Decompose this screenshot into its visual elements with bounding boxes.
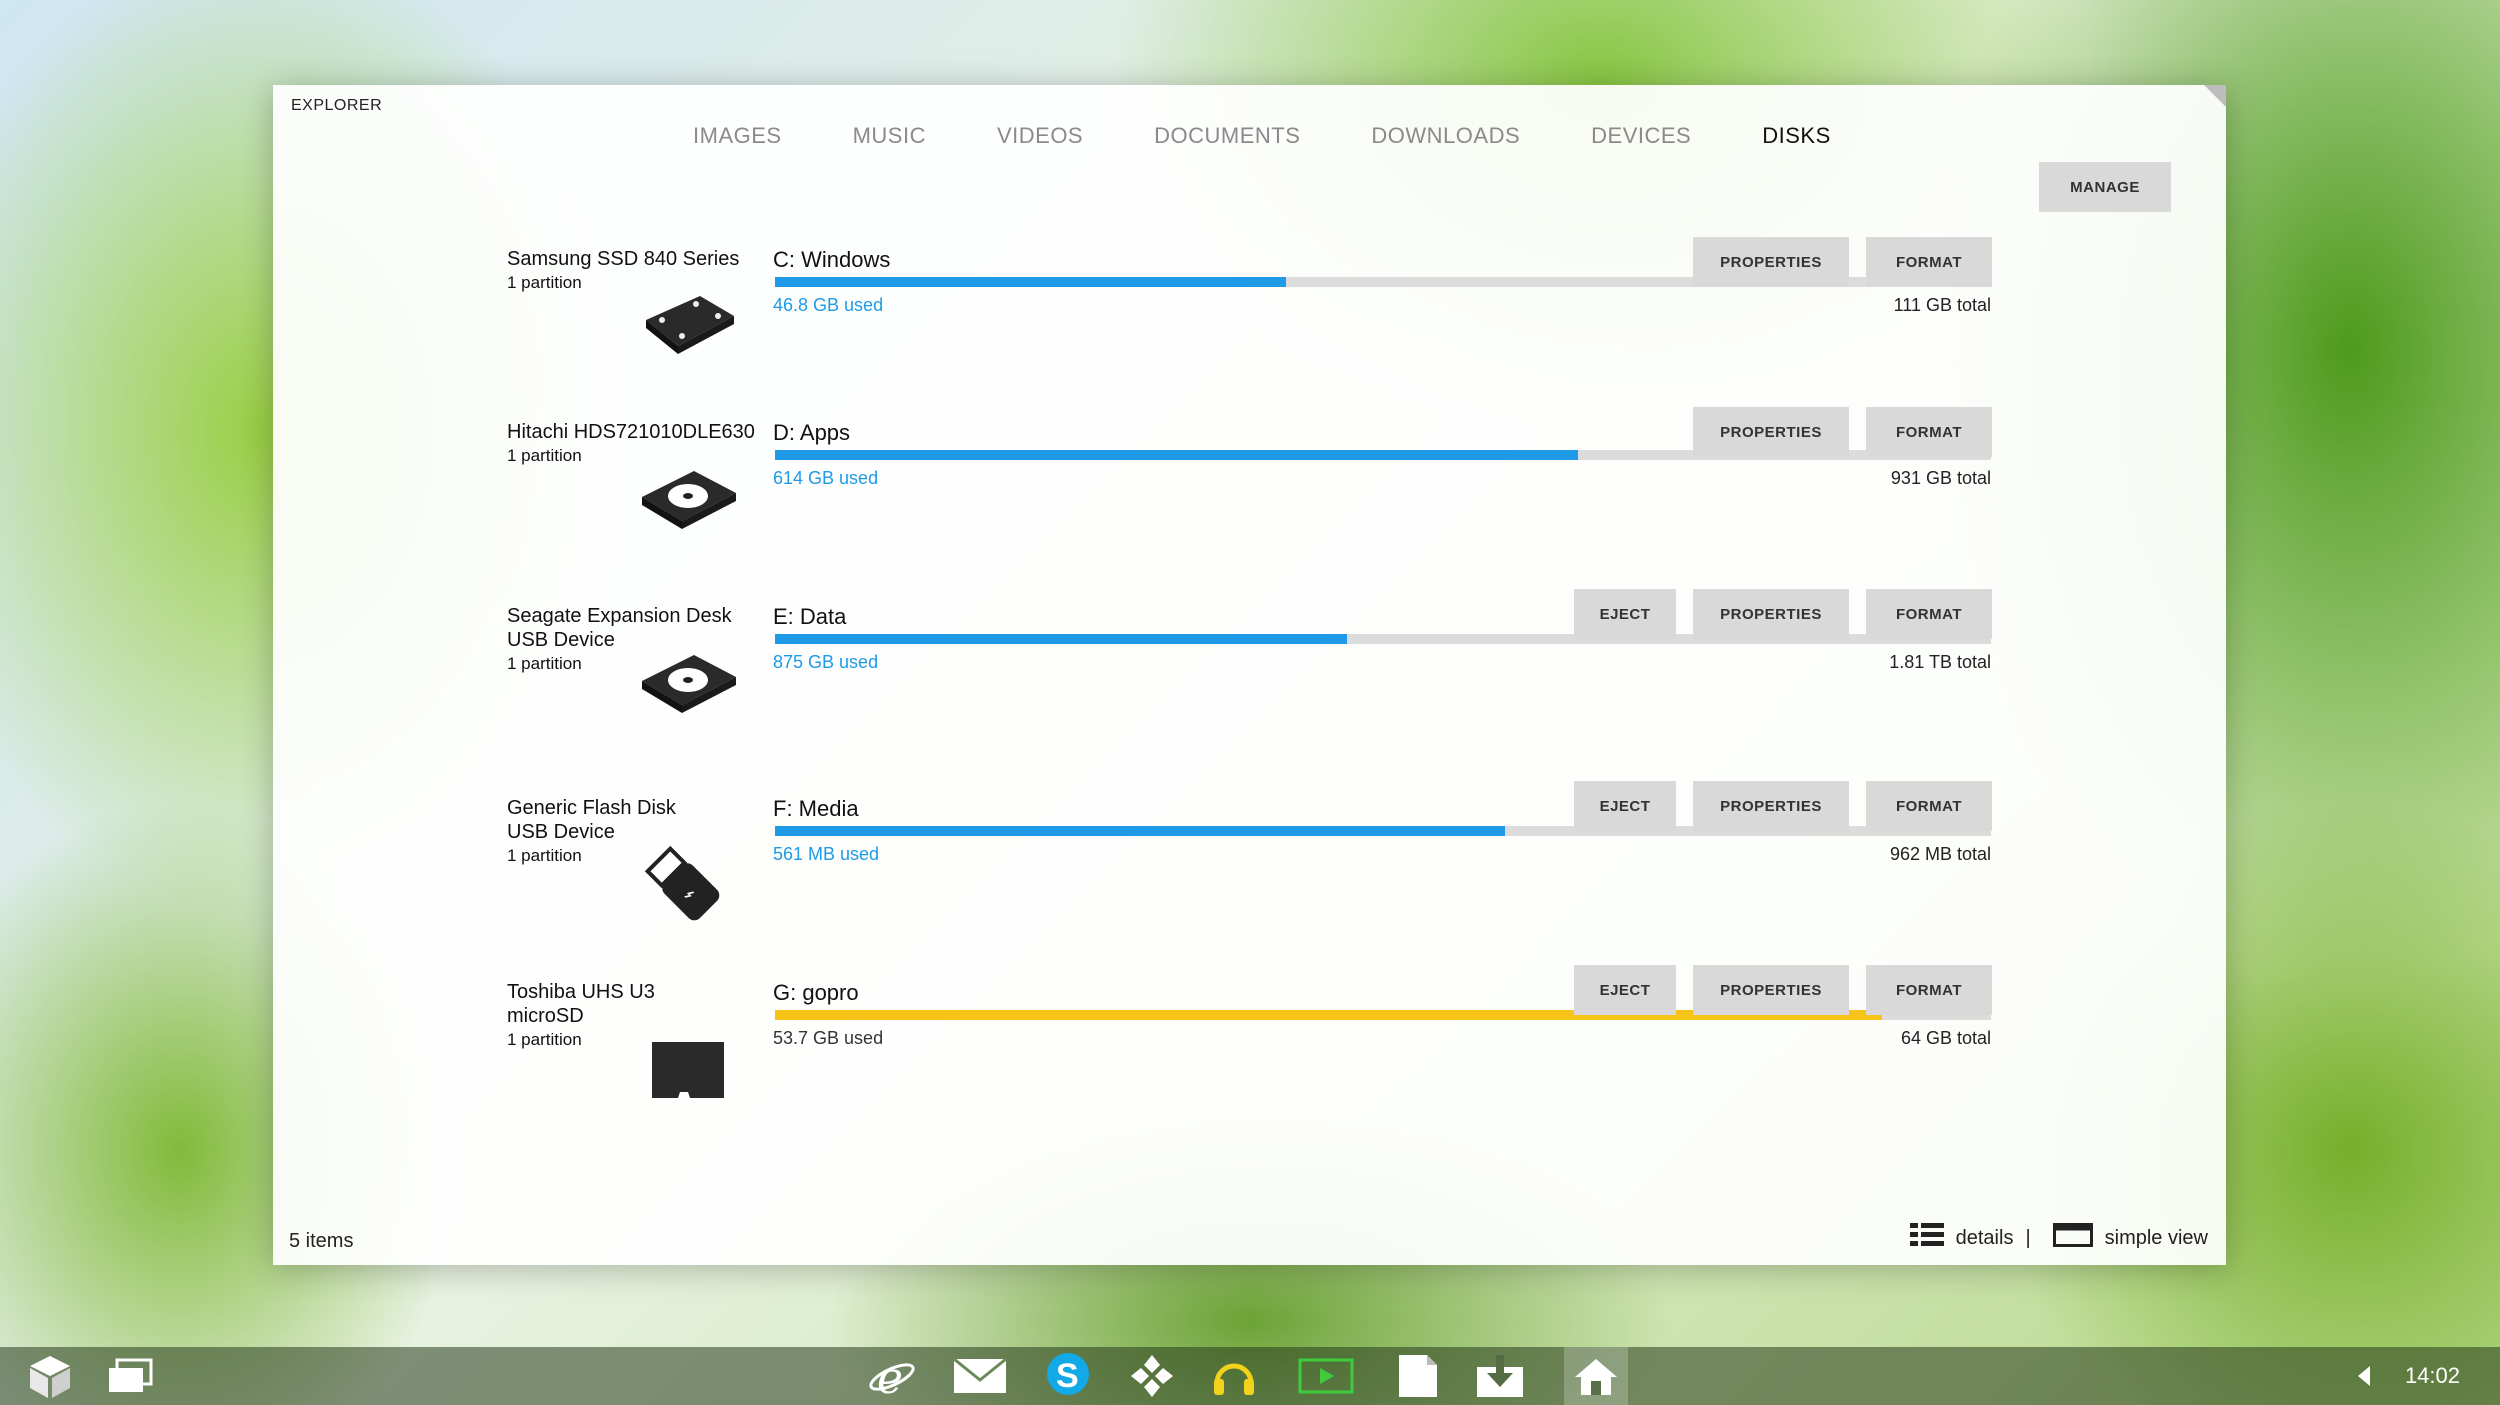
disk-name: Hitachi HDS721010DLE630 1 partition	[507, 420, 757, 468]
properties-button[interactable]: PROPERTIES	[1693, 237, 1849, 287]
disk-name-line: Seagate Expansion Desk	[507, 605, 732, 627]
view-switch: details | simple view	[1909, 1223, 2208, 1253]
details-view-icon[interactable]	[1909, 1223, 1944, 1253]
properties-button[interactable]: PROPERTIES	[1693, 407, 1849, 457]
volume-name: G: gopro	[773, 980, 859, 1005]
usage-bar-fill	[775, 826, 1505, 836]
volume-total-space: 111 GB total	[1893, 295, 1991, 315]
tab-downloads[interactable]: DOWNLOADS	[1371, 123, 1520, 149]
disk-name-line: microSD	[507, 1005, 584, 1027]
downloads-icon[interactable]	[1470, 1347, 1530, 1405]
details-view-label[interactable]: details	[1956, 1227, 2014, 1250]
tab-devices[interactable]: DEVICES	[1591, 123, 1691, 149]
skype-icon[interactable]: S	[1038, 1347, 1098, 1405]
ssd-icon	[638, 290, 738, 365]
start-cube-icon[interactable]	[20, 1347, 80, 1405]
disk-name-line: Toshiba UHS U3	[507, 981, 655, 1003]
volume-name: D: Apps	[773, 420, 851, 445]
sd-card-icon	[648, 1038, 728, 1109]
tab-disks[interactable]: DISKS	[1762, 123, 1831, 149]
format-button[interactable]: FORMAT	[1866, 781, 1992, 831]
tray-expand-icon[interactable]	[2358, 1366, 2370, 1391]
usage-bar-fill	[775, 450, 1578, 460]
volume-total-space: 962 MB total	[1889, 844, 1991, 864]
format-button[interactable]: FORMAT	[1866, 237, 1992, 287]
item-count: 5 items	[289, 1230, 354, 1252]
explorer-window: EXPLORER IMAGES MUSIC VIDEOS DOCUMENTS D…	[273, 85, 2226, 1265]
simple-view-icon[interactable]	[2052, 1223, 2093, 1253]
tab-music[interactable]: MUSIC	[853, 123, 926, 149]
eject-button[interactable]: EJECT	[1574, 589, 1676, 639]
tab-videos[interactable]: VIDEOS	[997, 123, 1083, 149]
tab-documents[interactable]: DOCUMENTS	[1154, 123, 1300, 149]
disk-name-line: Hitachi HDS721010DLE630	[507, 421, 755, 443]
taskbar: e S 14:02	[0, 1347, 2500, 1405]
svg-text:S: S	[1056, 1357, 1079, 1395]
properties-button[interactable]: PROPERTIES	[1693, 781, 1849, 831]
taskbar-clock: 14:02	[2404, 1363, 2460, 1388]
properties-button[interactable]: PROPERTIES	[1693, 965, 1849, 1015]
volume-used-space: 875 GB used	[773, 652, 879, 672]
disk-name-line: USB Device	[507, 821, 615, 843]
eject-button[interactable]: EJECT	[1574, 781, 1676, 831]
mail-icon[interactable]	[948, 1347, 1012, 1405]
task-view-icon[interactable]	[100, 1347, 160, 1405]
app-title: EXPLORER	[291, 97, 383, 114]
disk-name-line: Generic Flash Disk	[507, 797, 676, 819]
tab-images[interactable]: IMAGES	[693, 123, 782, 149]
browser-e-icon[interactable]: e	[862, 1347, 922, 1405]
window-resize-corner[interactable]	[2204, 85, 2226, 107]
music-headphones-icon[interactable]	[1204, 1347, 1264, 1405]
usage-bar-fill	[775, 277, 1286, 287]
properties-button[interactable]: PROPERTIES	[1693, 589, 1849, 639]
disk-name: Samsung SSD 840 Series 1 partition	[507, 247, 757, 295]
hard-disk-icon	[638, 647, 738, 722]
category-tabs: IMAGES MUSIC VIDEOS DOCUMENTS DOWNLOADS …	[693, 123, 1902, 149]
volume-used-space: 53.7 GB used	[773, 1028, 884, 1048]
usage-bar-fill	[775, 634, 1347, 644]
usb-flash-drive-icon: ⌁	[643, 844, 723, 929]
volume-name: C: Windows	[773, 247, 891, 272]
disk-name-line: Samsung SSD 840 Series	[507, 248, 740, 270]
format-button[interactable]: FORMAT	[1866, 965, 1992, 1015]
volume-used-space: 561 MB used	[773, 844, 880, 864]
documents-icon[interactable]	[1388, 1347, 1448, 1405]
volume-total-space: 931 GB total	[1890, 468, 1991, 488]
explorer-home-icon[interactable]	[1564, 1347, 1628, 1405]
format-button[interactable]: FORMAT	[1866, 407, 1992, 457]
volume-total-space: 1.81 TB total	[1889, 652, 1991, 672]
video-player-icon[interactable]	[1294, 1347, 1358, 1405]
volume-used-space: 614 GB used	[773, 468, 879, 488]
format-button[interactable]: FORMAT	[1866, 589, 1992, 639]
eject-button[interactable]: EJECT	[1574, 965, 1676, 1015]
volume-name: F: Media	[773, 796, 859, 821]
manage-button[interactable]: MANAGE	[2039, 162, 2171, 212]
simple-view-label[interactable]: simple view	[2105, 1227, 2208, 1250]
games-icon[interactable]	[1122, 1347, 1182, 1405]
volume-used-space: 46.8 GB used	[773, 295, 884, 315]
hard-disk-icon	[638, 463, 738, 538]
svg-text:e: e	[877, 1353, 903, 1401]
volume-name: E: Data	[773, 604, 847, 629]
view-separator: |	[2025, 1226, 2031, 1249]
volume-total-space: 64 GB total	[1900, 1028, 1991, 1048]
